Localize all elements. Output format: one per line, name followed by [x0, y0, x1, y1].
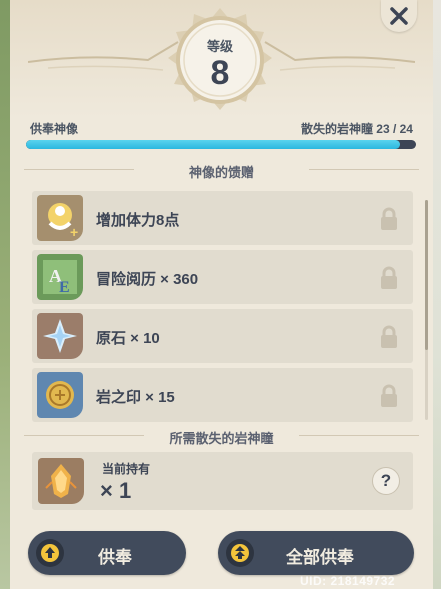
close-icon: [390, 7, 408, 25]
section-divider: [309, 169, 419, 170]
geo-sigil-icon: [37, 372, 83, 418]
level-label: 等级: [206, 39, 233, 54]
section-divider: [299, 435, 419, 436]
adventure-exp-icon: A E: [37, 254, 83, 300]
offer-button[interactable]: 供奉: [28, 531, 186, 575]
rewards-section-title: 神像的馈赠: [188, 165, 254, 180]
progress-fill: [26, 140, 400, 149]
lock-icon: [381, 207, 397, 230]
reward-row-stamina[interactable]: + 增加体力8点: [32, 191, 413, 245]
reward-row-primogem[interactable]: 原石 × 10: [32, 309, 413, 363]
scrollbar-thumb[interactable]: [425, 200, 428, 350]
progress-label: 供奉神像: [30, 122, 79, 136]
primogem-icon: [37, 313, 83, 359]
svg-text:+: +: [70, 224, 78, 240]
offer-all-button-label: 全部供奉: [286, 548, 354, 567]
reward-row-adventure-exp[interactable]: A E 冒险阅历 × 360: [32, 250, 413, 304]
hold-label: 当前持有: [102, 462, 151, 476]
progress-bar: [26, 140, 416, 149]
hold-count: × 1: [100, 478, 132, 503]
up-arrow-icon: [36, 539, 64, 567]
lock-icon: [381, 266, 397, 289]
geoculus-icon: [38, 458, 84, 504]
statue-offering-panel: 等级 8 供奉神像 散失的岩神瞳 23 / 24 神像的馈赠 + 增加体力8点: [10, 0, 433, 589]
svg-text:E: E: [59, 279, 70, 296]
level-value: 8: [210, 54, 230, 92]
rewards-scrollbar[interactable]: [425, 200, 428, 420]
reward-row-geo-sigil[interactable]: 岩之印 × 15: [32, 368, 413, 422]
required-item-row: 当前持有 × 1 ?: [32, 452, 413, 510]
reward-label: 增加体力8点: [96, 212, 180, 229]
required-section-title: 所需散失的岩神瞳: [169, 431, 274, 446]
offer-button-label: 供奉: [98, 548, 132, 567]
lock-icon: [381, 325, 397, 348]
reward-label: 岩之印 × 15: [96, 389, 175, 406]
stamina-icon: +: [37, 195, 83, 241]
double-up-arrow-icon: [226, 539, 254, 567]
lock-icon: [381, 384, 397, 407]
offer-all-button[interactable]: 全部供奉: [218, 531, 414, 575]
progress-count: 散失的岩神瞳 23 / 24: [300, 122, 413, 136]
reward-label: 原石 × 10: [96, 330, 160, 347]
uid-label: UID: 218149732: [300, 574, 396, 588]
help-button[interactable]: ?: [372, 467, 400, 495]
level-medallion: 等级 8: [162, 6, 278, 122]
reward-label: 冒险阅历 × 360: [96, 271, 199, 288]
